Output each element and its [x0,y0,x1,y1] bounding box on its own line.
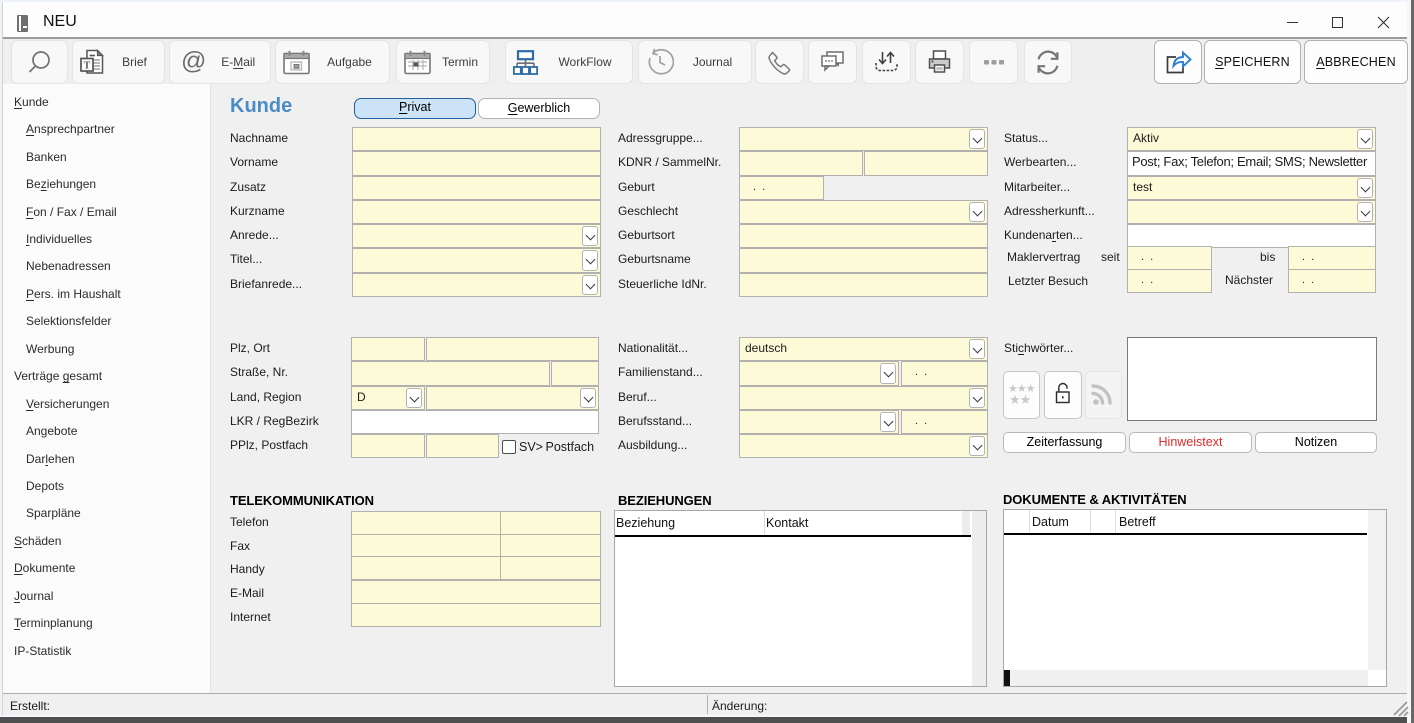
svg-text:T: T [84,61,91,72]
